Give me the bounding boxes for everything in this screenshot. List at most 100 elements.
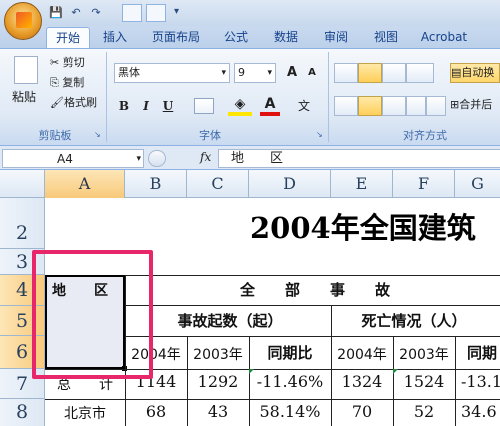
- column-header-e[interactable]: E: [331, 170, 393, 198]
- format-painter-button[interactable]: 🖌格式刷: [50, 94, 97, 112]
- cell-d7[interactable]: -11.46%: [249, 372, 331, 391]
- table-border: [249, 336, 250, 426]
- undo-icon[interactable]: ↶: [68, 5, 84, 21]
- name-box-value: A4: [57, 152, 73, 166]
- font-group-label: 字体: [199, 129, 221, 142]
- column-header-d[interactable]: D: [249, 170, 331, 198]
- highlight-annotation: [32, 250, 153, 379]
- header-2003-f[interactable]: 2003年: [393, 344, 455, 364]
- format-painter-label: 格式刷: [63, 96, 97, 109]
- tab-page-layout[interactable]: 页面布局: [146, 27, 206, 48]
- italic-button[interactable]: I: [136, 96, 156, 116]
- header-yoy-d[interactable]: 同期比: [249, 342, 331, 363]
- bold-button[interactable]: B: [114, 96, 134, 116]
- table-border: [125, 275, 500, 276]
- qat-tool-icon[interactable]: [122, 4, 142, 22]
- redo-icon[interactable]: ↷: [88, 5, 104, 21]
- header-2004-e[interactable]: 2004年: [331, 344, 393, 364]
- align-top-icon[interactable]: [334, 63, 358, 83]
- phonetic-button[interactable]: 文: [294, 96, 314, 116]
- cell-f8[interactable]: 52: [393, 402, 455, 421]
- align-bottom-icon[interactable]: [382, 63, 406, 83]
- fill-color-icon[interactable]: ◈: [228, 96, 252, 116]
- cell-a8[interactable]: 北京市: [45, 403, 125, 423]
- paste-button[interactable]: 粘贴: [12, 88, 36, 106]
- align-center-icon[interactable]: [358, 96, 382, 116]
- merge-label: 合并后: [459, 98, 493, 111]
- row-header-8[interactable]: 8: [0, 399, 45, 426]
- tab-review[interactable]: 审阅: [316, 27, 356, 48]
- font-name-box[interactable]: 黑体 ▾: [114, 63, 230, 83]
- column-header-f[interactable]: F: [393, 170, 455, 198]
- table-border: [187, 336, 188, 426]
- tab-formulas[interactable]: 公式: [216, 27, 256, 48]
- font-size-box[interactable]: 9 ▾: [234, 63, 276, 83]
- shrink-font-button[interactable]: A: [302, 63, 322, 83]
- cell-d8[interactable]: 58.14%: [249, 402, 331, 421]
- save-icon[interactable]: 💾: [48, 5, 64, 21]
- chevron-down-icon: ▾: [221, 68, 226, 78]
- qat-dropdown-icon[interactable]: ▾: [174, 6, 179, 17]
- cut-button[interactable]: ✂ 剪切: [50, 54, 85, 72]
- font-size-value: 9: [238, 66, 245, 79]
- merge-center-button[interactable]: ⊞合并后: [450, 96, 500, 116]
- cell-c7[interactable]: 1292: [187, 372, 249, 391]
- chevron-down-icon: ▾: [136, 154, 141, 164]
- tab-view[interactable]: 视图: [366, 27, 406, 48]
- align-right-icon[interactable]: [382, 96, 406, 116]
- wrap-text-icon: ▤: [451, 66, 462, 79]
- column-header-a[interactable]: A: [45, 170, 125, 198]
- align-middle-icon[interactable]: [358, 63, 382, 83]
- wrap-text-label: 自动换: [461, 66, 495, 79]
- sheet-title[interactable]: 2004年全国建筑: [250, 205, 476, 247]
- font-launcher-icon[interactable]: ↘: [316, 130, 323, 139]
- cell-b8[interactable]: 68: [125, 402, 187, 421]
- brush-icon: 🖌: [50, 96, 64, 109]
- increase-indent-icon[interactable]: [426, 96, 446, 116]
- copy-icon: ⎘: [50, 76, 59, 89]
- header-yoy-g[interactable]: 同期: [455, 342, 500, 363]
- underline-button[interactable]: U: [158, 96, 178, 116]
- tab-acrobat[interactable]: Acrobat: [414, 27, 474, 48]
- tab-home[interactable]: 开始: [46, 27, 90, 48]
- cell-c8[interactable]: 43: [187, 402, 249, 421]
- font-color-icon[interactable]: A: [260, 96, 280, 116]
- merge-icon: ⊞: [450, 98, 460, 111]
- cell-e7[interactable]: 1324: [331, 372, 393, 391]
- office-button[interactable]: [4, 2, 42, 40]
- cell-g7[interactable]: -13.1: [455, 372, 500, 391]
- paste-icon[interactable]: [14, 56, 38, 84]
- select-all-corner[interactable]: [0, 170, 45, 198]
- scissors-icon: ✂: [50, 56, 60, 69]
- table-border: [125, 305, 500, 306]
- header-accident-count[interactable]: 事故起数（起）: [150, 310, 310, 331]
- column-header-g[interactable]: G: [455, 170, 500, 198]
- decrease-indent-icon[interactable]: [406, 96, 426, 116]
- wrap-text-button[interactable]: ▤自动换: [450, 63, 500, 83]
- header-all-accidents[interactable]: 全 部 事 故: [240, 279, 390, 300]
- column-header-b[interactable]: B: [125, 170, 187, 198]
- borders-icon[interactable]: [194, 98, 214, 114]
- expand-icon[interactable]: [148, 150, 166, 167]
- qat-form-icon[interactable]: [146, 4, 166, 22]
- clipboard-launcher-icon[interactable]: ↘: [94, 130, 101, 139]
- chevron-down-icon: ▾: [267, 68, 272, 78]
- header-death-status[interactable]: 死亡情况（人）: [334, 310, 494, 331]
- tab-data[interactable]: 数据: [266, 27, 306, 48]
- tab-insert[interactable]: 插入: [96, 27, 134, 48]
- column-header-c[interactable]: C: [187, 170, 249, 198]
- align-left-icon[interactable]: [334, 96, 358, 116]
- insert-function-button[interactable]: fx: [200, 150, 211, 164]
- orientation-icon[interactable]: [406, 63, 434, 83]
- formula-input[interactable]: 地 区: [218, 149, 500, 168]
- name-box[interactable]: A4 ▾: [2, 149, 144, 168]
- cell-f7[interactable]: 1524: [393, 372, 455, 391]
- row-header-2[interactable]: 2: [0, 198, 45, 249]
- error-indicator-icon: [393, 369, 398, 374]
- cell-g8[interactable]: 34.6: [455, 402, 500, 421]
- grow-font-button[interactable]: A: [282, 63, 302, 83]
- header-2003-c[interactable]: 2003年: [187, 344, 249, 364]
- cell-e8[interactable]: 70: [331, 402, 393, 421]
- copy-label: 复制: [62, 76, 85, 89]
- copy-button[interactable]: ⎘ 复制: [50, 74, 84, 92]
